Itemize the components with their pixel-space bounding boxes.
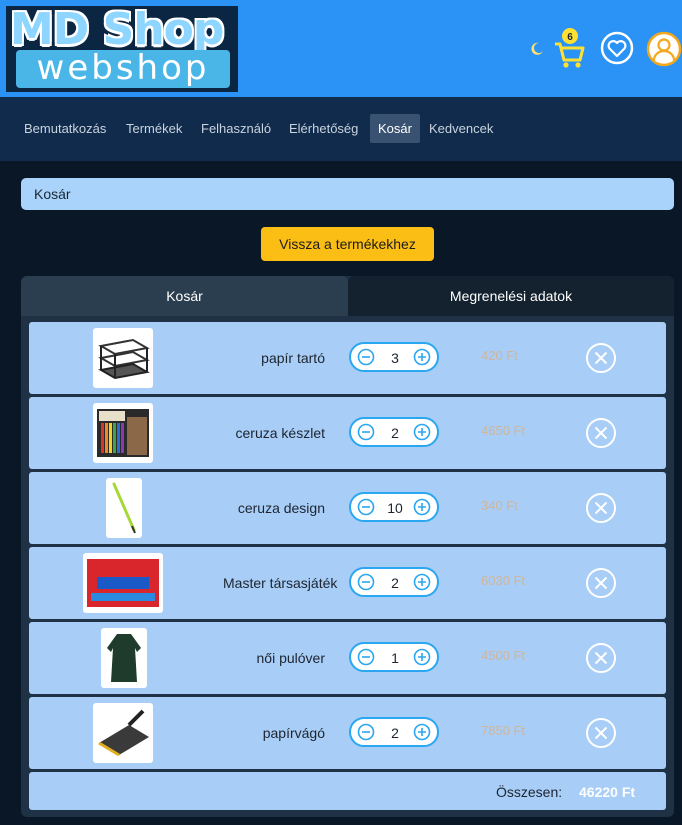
increase-icon[interactable] [413,723,431,741]
shop-logo[interactable]: MD Shop webshop [6,4,238,92]
top-header: MD Shop webshop 6 [0,0,682,97]
product-image-paper-tray [93,328,153,388]
nav-elerhetoseg[interactable]: Elérhetőség [289,121,358,137]
nav-termekek[interactable]: Termékek [126,121,182,137]
remove-item-icon[interactable] [585,642,617,674]
nav-bemutatkozas[interactable]: Bemutatkozás [24,121,106,137]
main-nav: Bemutatkozás Termékek Felhasználó Elérhe… [0,97,682,161]
decrease-icon[interactable] [357,648,375,666]
quantity-value[interactable]: 10 [376,500,414,516]
breadcrumb-label: Kosár [34,186,71,202]
nav-kedvencek[interactable]: Kedvencek [429,121,493,137]
remove-item-icon[interactable] [585,417,617,449]
cart-panel: Kosár Megrenelési adatok papír tartó 3 4… [21,276,674,817]
pencil-picture [112,482,136,534]
quantity-stepper: 2 [349,567,439,597]
product-name: női pulóver [256,650,326,666]
quantity-stepper: 2 [349,717,439,747]
quantity-value[interactable]: 2 [376,725,414,741]
cart-icon: 6 [555,28,585,68]
quantity-value[interactable]: 1 [376,650,414,666]
total-label: Összesen: [496,784,563,800]
item-price: 420 Ft [481,348,518,363]
product-image-pencil-design [106,478,142,538]
remove-item-icon[interactable] [585,342,617,374]
quantity-value[interactable]: 3 [376,350,414,366]
cart-button[interactable]: 6 [552,26,586,70]
back-to-products-button[interactable]: Vissza a termékekhez [261,227,434,261]
cart-row: Master társasjáték 2 6030 Ft [29,547,666,619]
increase-icon[interactable] [413,573,431,591]
paper-cutter-picture [98,709,149,757]
remove-item-icon[interactable] [585,567,617,599]
nav-felhasznalo[interactable]: Felhasználó [201,121,271,137]
increase-icon[interactable] [413,648,431,666]
cart-count-badge: 6 [567,32,573,43]
decrease-icon[interactable] [357,348,375,366]
total-value: 46220 Ft [579,784,636,800]
quantity-stepper: 2 [349,417,439,447]
quantity-value[interactable]: 2 [376,425,414,441]
item-price: 4500 Ft [481,648,526,663]
product-name: papír tartó [261,350,325,366]
decrease-icon[interactable] [357,423,375,441]
product-name: papírvágó [262,725,325,741]
breadcrumb: Kosár [21,178,674,210]
cart-row: női pulóver 1 4500 Ft [29,622,666,694]
product-name: ceruza design [237,500,325,516]
quantity-stepper: 3 [349,342,439,372]
cart-row: papír tartó 3 420 Ft [29,322,666,394]
increase-icon[interactable] [413,498,431,516]
product-image-pencil-set [93,403,153,463]
paper-tray-picture [98,338,150,380]
product-name: Master társasjáték [223,575,338,591]
item-price: 340 Ft [481,498,518,513]
increase-icon[interactable] [413,348,431,366]
cart-total-row: Összesen: 46220 Ft [29,772,666,810]
product-image-sweater [101,628,147,688]
product-image-board-game [83,553,163,613]
item-price: 7850 Ft [481,723,526,738]
item-price: 6030 Ft [481,573,526,588]
pencil-set-picture [97,409,149,457]
increase-icon[interactable] [413,423,431,441]
tab-order-details[interactable]: Megrenelési adatok [348,276,674,316]
cart-row: ceruza készlet 2 4650 Ft [29,397,666,469]
quantity-stepper: 10 [349,492,439,522]
quantity-stepper: 1 [349,642,439,672]
user-icon[interactable] [646,31,682,67]
heart-icon[interactable] [600,31,634,65]
decrease-icon[interactable] [357,723,375,741]
board-game-picture [87,559,159,607]
quantity-value[interactable]: 2 [376,575,414,591]
remove-item-icon[interactable] [585,492,617,524]
product-image-paper-cutter [93,703,153,763]
moon-icon[interactable] [530,42,544,56]
tab-cart[interactable]: Kosár [21,276,348,316]
sweater-picture [107,634,141,682]
cart-row: ceruza design 10 340 Ft [29,472,666,544]
cart-row: papírvágó 2 7850 Ft [29,697,666,769]
nav-kosar[interactable]: Kosár [370,114,420,143]
decrease-icon[interactable] [357,498,375,516]
item-price: 4650 Ft [481,423,526,438]
remove-item-icon[interactable] [585,717,617,749]
logo-subtitle: webshop [16,50,230,88]
decrease-icon[interactable] [357,573,375,591]
product-name: ceruza készlet [235,425,325,441]
